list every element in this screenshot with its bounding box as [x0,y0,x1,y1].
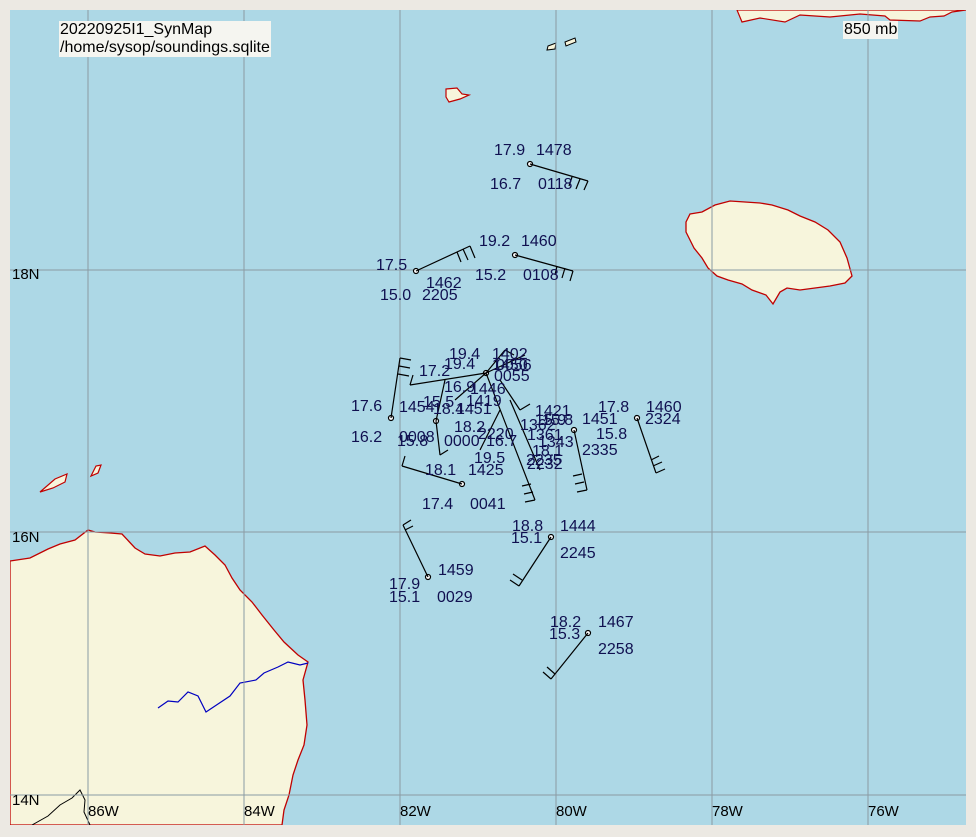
station-dewpoint: 15.8 [596,426,627,443]
svg-text:17.2: 17.2 [419,363,450,380]
svg-text:1451: 1451 [582,411,618,428]
station-temp: 18.1 [425,462,456,479]
lat-label: 16N [12,529,40,546]
pressure-level: 850 mb [843,21,899,39]
station-time: 0118 [538,176,573,193]
station-dewpoint: 15.3 [549,626,580,643]
lon-label: 78W [712,803,744,820]
map-title: 20220925I1_SynMap [60,21,213,38]
station-height: 1467 [598,614,634,631]
database-path: /home/sysop/soundings.sqlite [60,39,270,56]
station-height: 1444 [560,518,596,535]
svg-text:15.8: 15.8 [397,433,428,450]
svg-text:2220: 2220 [478,426,514,443]
lat-label: 18N [12,266,40,283]
svg-text:0000: 0000 [444,433,480,450]
svg-text:2335: 2335 [582,442,618,459]
station-time: 2324 [645,411,681,428]
station-temp: 19.2 [479,233,510,250]
station-dewpoint: 16.7 [490,176,521,193]
app-window: 18N 16N 14N 86W 84W 82W 80W 78W 76W 17.9… [0,0,976,837]
svg-text:0056: 0056 [496,357,532,374]
station-height: 1478 [536,142,572,159]
station-temp: 17.9 [494,142,525,159]
station-time: 2205 [422,287,458,304]
station-time: 0041 [470,496,506,513]
svg-text:19.5: 19.5 [474,450,505,467]
lon-label: 76W [868,803,900,820]
station-temp: 17.5 [376,257,407,274]
map-title-box: 20220925I1_SynMap /home/sysop/soundings.… [59,21,271,57]
station-height: 1459 [438,562,474,579]
station-dewpoint: 15.0 [380,287,411,304]
station-dewpoint: 15.2 [475,267,506,284]
lon-label: 86W [88,803,120,820]
station-dewpoint: 16.2 [351,429,382,446]
station-time: 2245 [560,545,596,562]
station-height: 1460 [521,233,557,250]
svg-text:18.4: 18.4 [433,401,464,418]
lon-label: 82W [400,803,432,820]
station-temp: 17.6 [351,398,382,415]
lon-label: 80W [556,803,588,820]
station-dewpoint: 17.4 [422,496,453,513]
synoptic-map[interactable]: 18N 16N 14N 86W 84W 82W 80W 78W 76W 17.9… [10,10,966,825]
lat-label: 14N [12,792,40,809]
station-time: 0108 [523,267,559,284]
station-dewpoint: 15.1 [389,589,420,606]
station-dewpoint: 15.1 [511,530,542,547]
station-time: 2258 [598,641,634,658]
lon-label: 84W [244,803,276,820]
svg-text:15.8: 15.8 [542,412,573,429]
svg-text:2235: 2235 [526,452,562,469]
station-time: 0029 [437,589,473,606]
